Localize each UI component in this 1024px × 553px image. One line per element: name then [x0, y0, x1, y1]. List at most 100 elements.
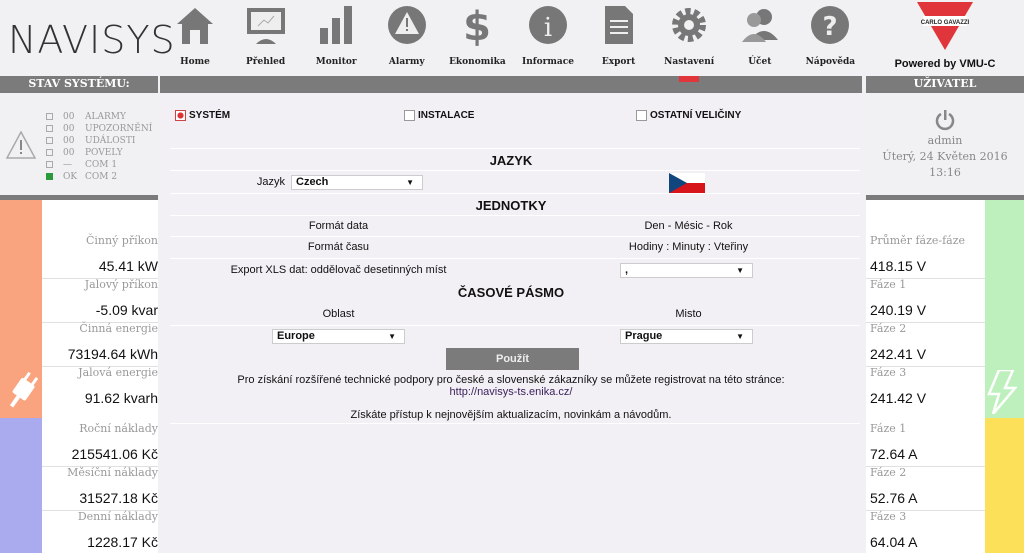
time-format-label: Formát času — [307, 241, 370, 253]
tab-label: OSTATNÍ VELIČINY — [650, 110, 742, 121]
metric-label: Fáze 2 — [870, 466, 907, 479]
divider — [170, 170, 860, 171]
monitor-icon — [246, 8, 285, 44]
power-icon[interactable] — [934, 109, 956, 131]
metric-value: 52.76 A — [870, 490, 918, 506]
select-value: Czech — [296, 176, 329, 188]
metric-value: 418.15 V — [870, 258, 927, 274]
language-label: Jazyk — [256, 176, 285, 188]
nav-bar-chart[interactable]: Monitor — [301, 4, 371, 72]
nav-users[interactable]: Účet — [725, 4, 795, 72]
svg-text:?: ? — [823, 12, 838, 42]
warning-icon — [387, 6, 426, 44]
nav-info[interactable]: i Informace — [513, 4, 583, 72]
place-select[interactable]: Prague ▼ — [620, 329, 753, 344]
metric-value: 242.41 V — [870, 346, 927, 362]
divider — [170, 258, 860, 259]
nav-warning[interactable]: Alarmy — [372, 4, 442, 72]
date-format-label: Formát data — [308, 220, 369, 232]
metric-label: Měsíční náklady — [67, 466, 158, 479]
status-label: ALARMY — [85, 112, 126, 122]
status-count: 00 — [63, 124, 75, 134]
home-icon — [177, 8, 213, 44]
nav-help[interactable]: ? Nápověda — [795, 4, 865, 72]
warning-icon — [6, 131, 36, 159]
status-count: 00 — [63, 112, 75, 122]
status-indicator — [46, 149, 53, 156]
updates-text: Získáte přístup k nejnovějším aktualizac… — [350, 409, 672, 421]
nav-dollar[interactable]: $ Ekonomika — [442, 4, 512, 72]
powered-by: Powered by VMU-C — [894, 58, 996, 70]
status-count: 00 — [63, 136, 75, 146]
nav-home[interactable]: Home — [160, 4, 230, 72]
tab-installation[interactable]: INSTALACE — [404, 110, 474, 121]
language-heading: JAZYK — [489, 153, 533, 168]
checkbox[interactable] — [175, 110, 186, 121]
tab-system[interactable]: SYSTÉM — [175, 110, 230, 121]
nav-label: Účet — [748, 57, 772, 67]
active-indicator — [679, 76, 699, 82]
metric-label: Roční náklady — [79, 422, 158, 435]
metric-value: 31527.18 Kč — [79, 490, 158, 506]
nav-label: Alarmy — [388, 57, 425, 67]
brand-text: CARLO GAVAZZI — [921, 20, 970, 26]
metric-value: 45.41 kW — [98, 258, 158, 274]
area-select[interactable]: Europe ▼ — [272, 329, 405, 344]
metric-label: Denní náklady — [77, 510, 158, 523]
chevron-down-icon: ▼ — [736, 332, 744, 341]
carlo-gavazzi-logo: CARLO GAVAZZI Powered by VMU-C — [866, 0, 1024, 75]
current-strip — [985, 418, 1024, 553]
nav-gear[interactable]: Nastavení — [654, 4, 724, 72]
metric-label: Fáze 1 — [870, 278, 907, 291]
units-heading: JEDNOTKY — [475, 198, 547, 213]
language-select[interactable]: Czech ▼ — [291, 175, 423, 190]
status-label: UDÁLOSTI — [85, 136, 136, 146]
nav-monitor[interactable]: Přehled — [231, 4, 301, 72]
metric-value: 215541.06 Kč — [71, 446, 158, 462]
user-name: admin — [927, 134, 963, 147]
place-label: Misto — [675, 308, 702, 320]
metric-value: 1228.17 Kč — [87, 534, 158, 550]
czech-flag-icon — [669, 173, 705, 193]
nav-label: Nastavení — [664, 57, 715, 67]
nav-label: Nápověda — [805, 57, 856, 67]
dollar-icon: $ — [463, 4, 491, 50]
metric-label: Průměr fáze-fáze — [870, 234, 966, 247]
metric-value: 240.19 V — [870, 302, 927, 318]
status-count: OK — [63, 172, 78, 182]
left-panel: Činný příkon 45.41 kW Jalový příkon -5.09 k… — [42, 200, 158, 553]
user-panel: admin Úterý, 24 Květen 2016 13:16 — [866, 93, 1024, 195]
voltage-strip — [985, 200, 1024, 418]
tab-other-quantities[interactable]: OSTATNÍ VELIČINY — [636, 110, 741, 121]
support-link[interactable]: http://navisys-ts.enika.cz/ — [160, 386, 862, 398]
svg-text:$: $ — [463, 4, 491, 46]
divider — [170, 325, 860, 326]
select-value: , — [625, 264, 629, 276]
checkbox[interactable] — [636, 110, 647, 121]
checkbox[interactable] — [404, 110, 415, 121]
nav-label: Ekonomika — [449, 57, 506, 67]
metric-value: 73194.64 kWh — [67, 346, 158, 362]
status-indicator — [46, 173, 53, 180]
divider — [170, 215, 860, 216]
time-format-value: Hodiny : Minuty : Vteřiny — [628, 241, 749, 253]
status-row: — COM 1 — [46, 159, 117, 171]
tab-label: INSTALACE — [418, 110, 475, 121]
user-title: UŽIVATEL — [866, 76, 1024, 93]
metric-label: Fáze 1 — [870, 422, 907, 435]
status-row: 00 UDÁLOSTI — [46, 135, 135, 147]
document-icon — [604, 6, 633, 44]
status-title: STAV SYSTÉMU: — [0, 76, 158, 93]
divider — [170, 236, 860, 237]
metric-value: 241.42 V — [870, 390, 927, 406]
nav-label: Přehled — [245, 57, 286, 67]
xls-separator-select[interactable]: , ▼ — [620, 263, 753, 278]
plug-icon — [9, 371, 39, 408]
main-bar — [160, 76, 862, 93]
nav-document[interactable]: Export — [584, 4, 654, 72]
lightning-icon — [987, 370, 1017, 414]
chevron-down-icon: ▼ — [736, 266, 744, 275]
apply-button[interactable]: Použít — [446, 348, 579, 370]
right-panel: Průměr fáze-fáze 418.15 V Fáze 1 240.19 V Fá… — [866, 200, 985, 553]
divider — [170, 148, 860, 149]
